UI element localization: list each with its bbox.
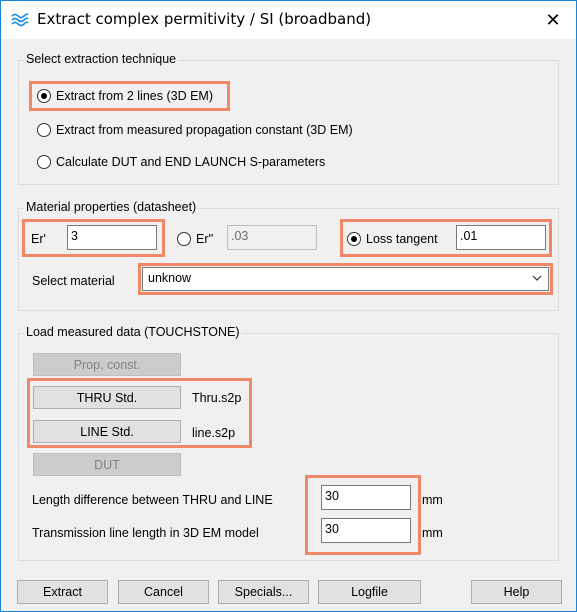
- title-bar[interactable]: Extract complex permitivity / SI (broadb…: [1, 1, 576, 39]
- radio-label: Extract from measured propagation consta…: [56, 123, 353, 137]
- prop-const-button: Prop. const.: [33, 353, 181, 376]
- material-group-label: Material properties (datasheet): [24, 200, 199, 214]
- dialog-window: Extract complex permitivity / SI (broadb…: [0, 0, 577, 612]
- er-input[interactable]: 3: [67, 225, 157, 250]
- length-diff-input[interactable]: 30: [321, 485, 411, 510]
- tl-length-label: Transmission line length in 3D EM model: [32, 526, 259, 540]
- radio-label: Er'': [196, 232, 214, 246]
- radio-button[interactable]: [347, 232, 361, 246]
- radio-label: Calculate DUT and END LAUNCH S-parameter…: [56, 155, 326, 169]
- window-title: Extract complex permitivity / SI (broadb…: [37, 10, 372, 28]
- radio-calculate-dut[interactable]: Calculate DUT and END LAUNCH S-parameter…: [37, 152, 325, 172]
- wave-icon: [11, 13, 29, 27]
- material-select-value: unknow: [148, 271, 192, 285]
- er2-input: .03: [227, 225, 317, 250]
- radio-loss-tangent[interactable]: Loss tangent: [347, 229, 438, 249]
- loss-tangent-input[interactable]: .01: [456, 225, 546, 250]
- logfile-button[interactable]: Logfile: [318, 580, 421, 604]
- radio-label: Extract from 2 lines (3D EM): [56, 89, 213, 103]
- radio-button[interactable]: [37, 155, 51, 169]
- specials-button[interactable]: Specials...: [218, 580, 309, 604]
- radio-button[interactable]: [37, 89, 51, 103]
- radio-label: Loss tangent: [366, 232, 438, 246]
- help-button[interactable]: Help: [471, 580, 562, 604]
- load-group-label: Load measured data (TOUCHSTONE): [24, 325, 242, 339]
- length-diff-unit: mm: [422, 493, 443, 507]
- radio-button[interactable]: [177, 232, 191, 246]
- chevron-down-icon: [532, 275, 542, 281]
- extract-button[interactable]: Extract: [17, 580, 108, 604]
- length-diff-label: Length difference between THRU and LINE: [32, 493, 273, 507]
- radio-button[interactable]: [37, 123, 51, 137]
- close-button[interactable]: ✕: [530, 1, 576, 39]
- radio-er2[interactable]: Er'': [177, 229, 213, 249]
- er-label: Er': [31, 232, 46, 246]
- radio-extract-propagation[interactable]: Extract from measured propagation consta…: [37, 120, 353, 140]
- tl-length-input[interactable]: 30: [321, 518, 411, 543]
- radio-extract-2-lines[interactable]: Extract from 2 lines (3D EM): [37, 86, 213, 106]
- thru-std-button[interactable]: THRU Std.: [33, 386, 181, 409]
- technique-group-label: Select extraction technique: [24, 52, 179, 66]
- select-material-label: Select material: [32, 274, 115, 288]
- material-select[interactable]: unknow: [142, 267, 549, 291]
- line-std-button[interactable]: LINE Std.: [33, 420, 181, 443]
- tl-length-unit: mm: [422, 526, 443, 540]
- thru-file-label: Thru.s2p: [192, 391, 242, 405]
- line-file-label: line.s2p: [192, 426, 236, 440]
- close-icon: ✕: [545, 9, 561, 31]
- cancel-button[interactable]: Cancel: [118, 580, 209, 604]
- dut-button: DUT: [33, 453, 181, 476]
